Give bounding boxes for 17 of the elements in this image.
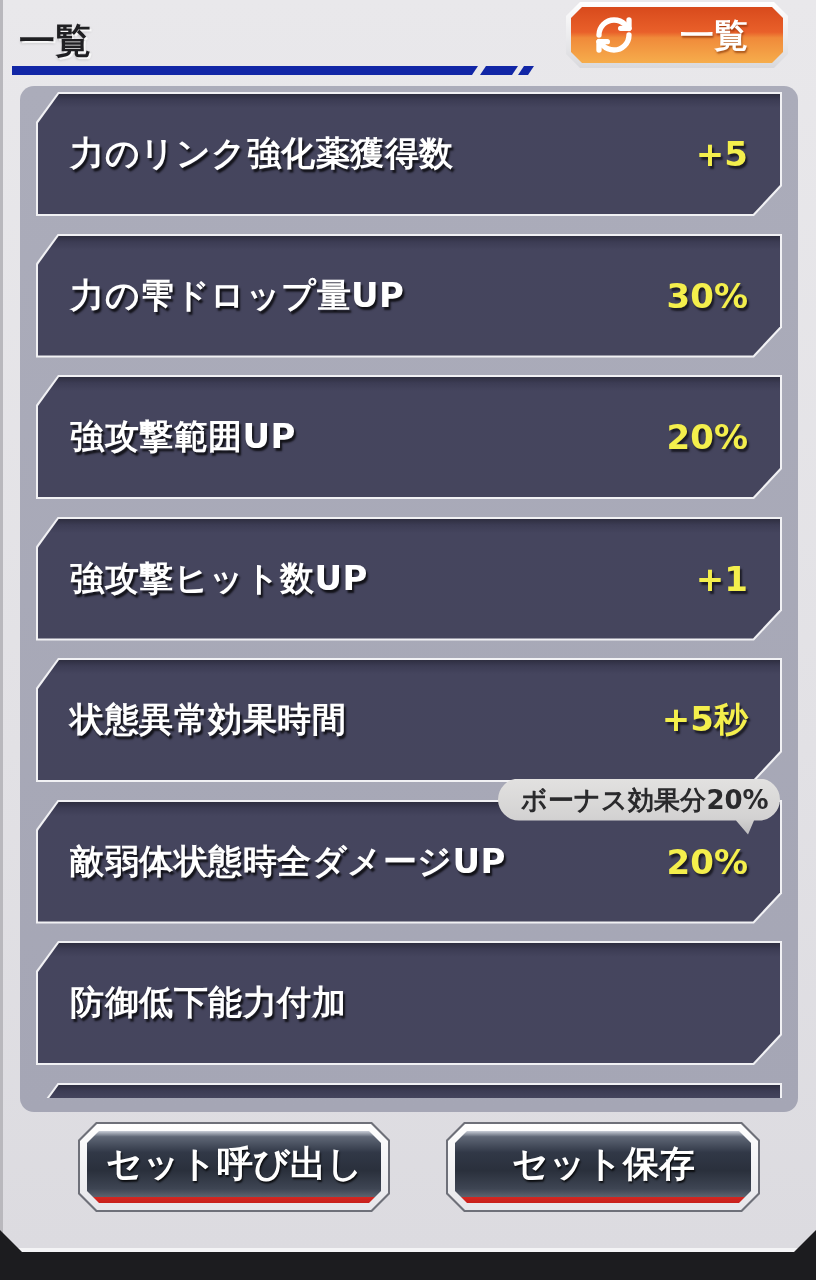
effect-name: 力の雫ドロップ量UP [70,273,405,317]
effect-name: 強攻撃ヒット数UP [70,556,369,600]
effect-value: 20% [666,841,748,882]
effect-name: 敵弱体状態時全ダメージUP [70,839,507,883]
page-title: 一覧 [19,21,91,61]
effect-name: 力のリンク強化薬獲得数 [70,132,454,175]
effect-value: +5 [695,134,748,174]
effect-name: 状態異常効果時間 [70,698,346,741]
effect-name: 防御低下能力付加 [70,981,346,1024]
effect-value: +5秒 [661,698,748,741]
set-button[interactable]: セット呼び出し [78,1122,390,1212]
refresh-icon [594,15,634,55]
effect-value: 30% [666,275,748,316]
effect-value: 20% [666,417,748,457]
set-button[interactable]: セット保存 [446,1122,760,1212]
effect-name: 強攻撃範囲UP [70,415,297,458]
effect-value: +1 [695,558,748,599]
